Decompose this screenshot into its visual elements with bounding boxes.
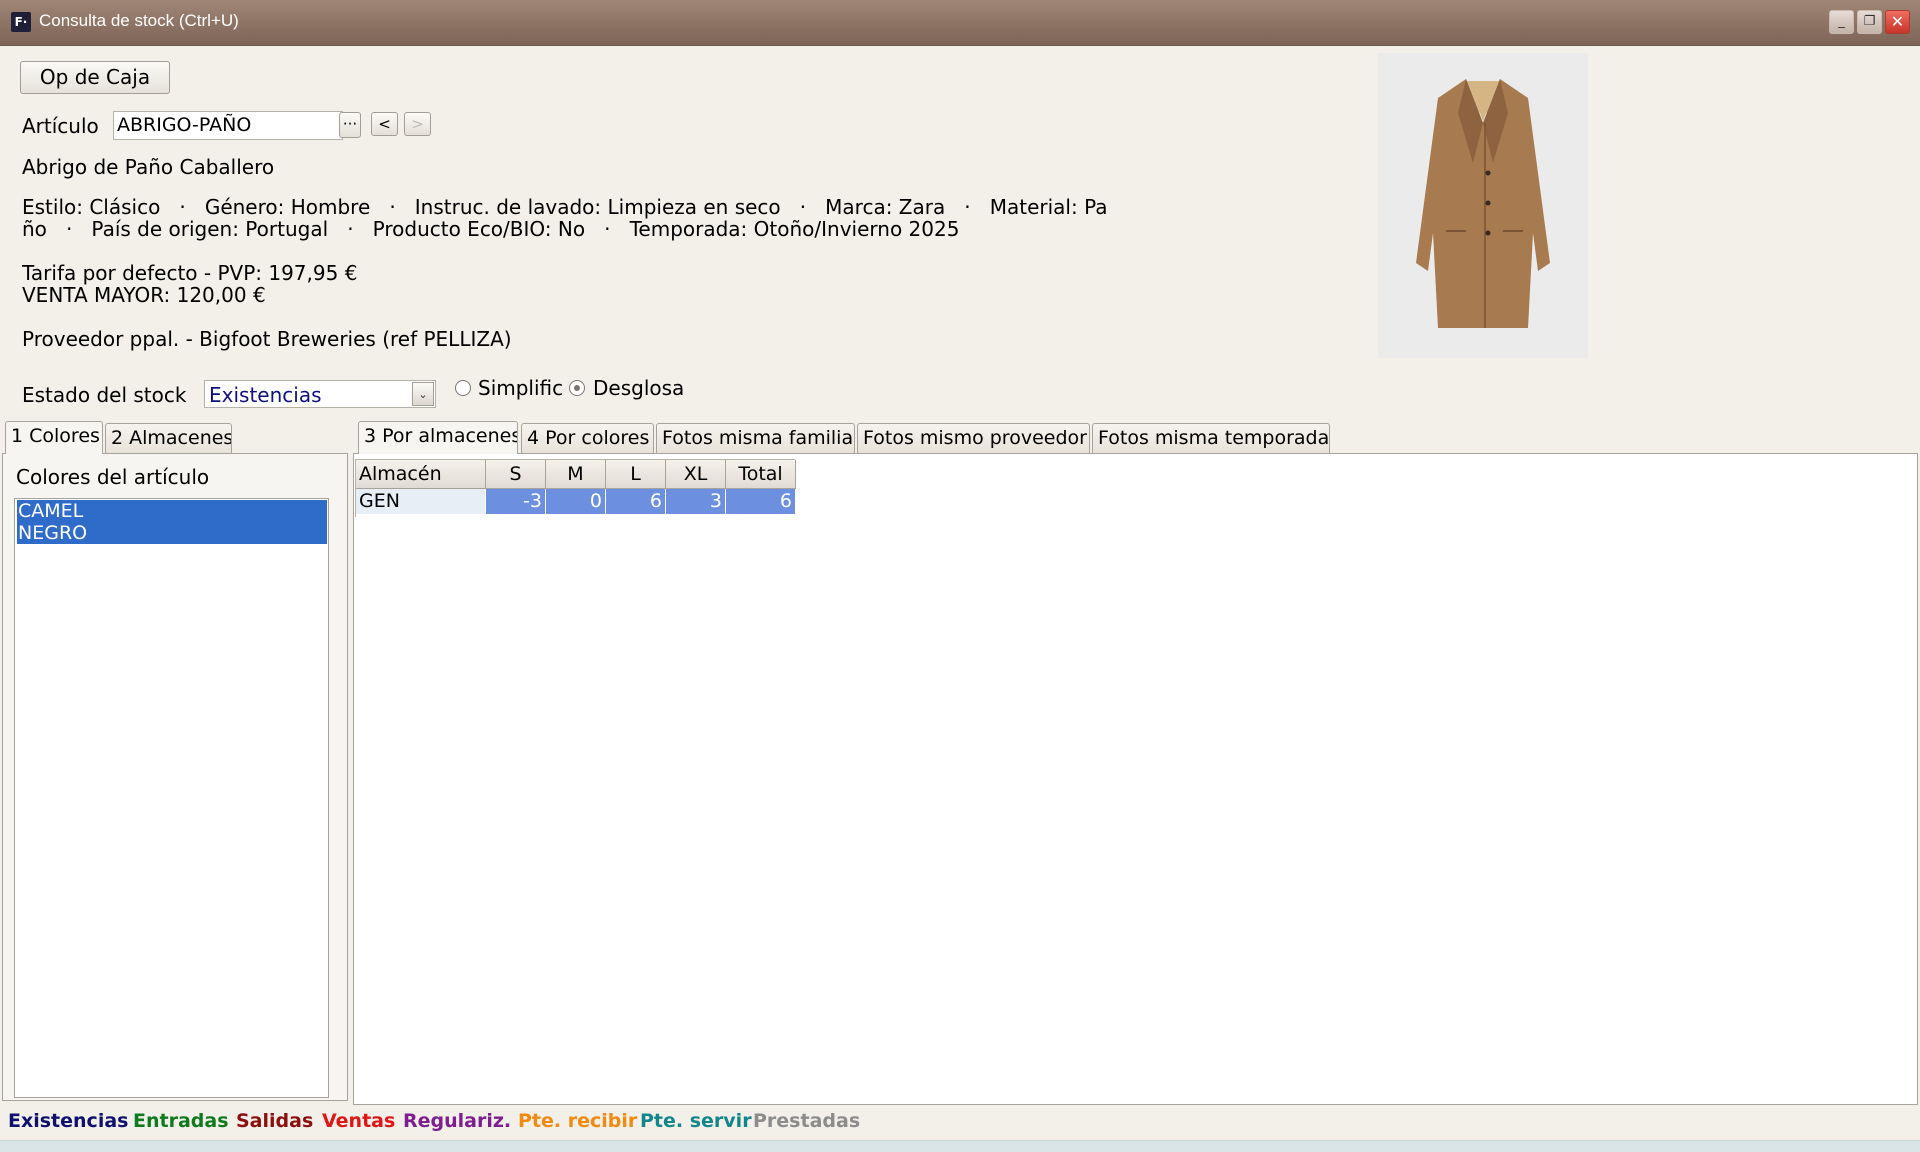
browse-articulo-button[interactable]: ···: [339, 112, 361, 138]
legend-existencias: Existencias: [8, 1110, 129, 1132]
tab-fotos-misma-familia[interactable]: Fotos misma familia: [656, 423, 855, 453]
next-articulo-button[interactable]: >: [404, 112, 431, 136]
stock-table: Almacén S M L XL Total GEN -3 0 6 3 6: [355, 459, 796, 517]
stock-state-label: Estado del stock: [22, 383, 187, 407]
legend-pte-recibir: Pte. recibir: [518, 1110, 638, 1132]
price-wholesale: VENTA MAYOR: 120,00 €: [22, 283, 266, 307]
simplified-radio-label[interactable]: Simplifica: [478, 376, 564, 400]
stock-grid-panel: [353, 453, 1918, 1105]
list-item[interactable]: NEGRO: [17, 522, 327, 544]
colors-list[interactable]: CAMEL NEGRO: [14, 498, 329, 1098]
articulo-label: Artículo: [22, 114, 99, 138]
column-header-s[interactable]: S: [486, 460, 546, 489]
simplified-radio[interactable]: [455, 380, 471, 396]
restore-button[interactable]: ❐: [1857, 10, 1882, 34]
article-attributes-line1: Estilo: Clásico · Género: Hombre · Instr…: [22, 195, 1108, 219]
tab-fotos-misma-temporada[interactable]: Fotos misma temporada: [1092, 423, 1330, 453]
product-photo: [1378, 53, 1588, 358]
stock-state-select[interactable]: Existencias ⌄: [204, 380, 436, 408]
op-caja-button[interactable]: Op de Caja: [20, 61, 170, 94]
table-cell-l[interactable]: 6: [606, 489, 666, 514]
list-item[interactable]: CAMEL: [17, 500, 327, 522]
chevron-down-icon[interactable]: ⌄: [412, 382, 434, 406]
table-cell-almacen[interactable]: GEN: [356, 489, 486, 514]
title-bar: [0, 0, 1920, 46]
window-title: Consulta de stock (Ctrl+U): [39, 11, 239, 30]
taskbar-strip: [0, 1140, 1920, 1152]
table-cell-xl[interactable]: 3: [666, 489, 726, 514]
breakdown-radio[interactable]: [569, 380, 585, 396]
column-header-total[interactable]: Total: [726, 460, 796, 489]
tab-colores[interactable]: 1 Colores: [5, 421, 103, 454]
minimize-button[interactable]: _: [1829, 10, 1854, 34]
tab-fotos-mismo-proveedor[interactable]: Fotos mismo proveedor: [857, 423, 1090, 453]
main-supplier: Proveedor ppal. - Bigfoot Breweries (ref…: [22, 327, 512, 351]
app-icon: F·: [11, 12, 31, 32]
close-button[interactable]: ✕: [1885, 10, 1910, 34]
legend-prestadas: Prestadas: [753, 1110, 861, 1132]
legend-pte-servir: Pte. servir: [640, 1110, 752, 1132]
previous-articulo-button[interactable]: <: [371, 112, 398, 136]
article-attributes-line2: ño · País de origen: Portugal · Producto…: [22, 217, 960, 241]
articulo-field[interactable]: ABRIGO-PAÑO: [113, 111, 343, 140]
column-header-l[interactable]: L: [606, 460, 666, 489]
table-cell-s[interactable]: -3: [486, 489, 546, 514]
legend-ventas: Ventas: [322, 1110, 396, 1132]
column-header-m[interactable]: M: [546, 460, 606, 489]
column-header-xl[interactable]: XL: [666, 460, 726, 489]
table-cell-total[interactable]: 6: [726, 489, 796, 514]
stock-state-value: Existencias: [209, 383, 322, 407]
tab-por-colores[interactable]: 4 Por colores: [521, 423, 654, 453]
colors-panel-title: Colores del artículo: [16, 465, 210, 489]
article-description: Abrigo de Paño Caballero: [22, 155, 275, 179]
tab-almacenes[interactable]: 2 Almacenes: [105, 423, 232, 453]
price-default: Tarifa por defecto - PVP: 197,95 €: [22, 261, 358, 285]
column-header-almacen[interactable]: Almacén: [356, 460, 486, 489]
legend-entradas: Entradas: [133, 1110, 229, 1132]
coat-image: [1416, 79, 1550, 328]
breakdown-radio-label[interactable]: Desglosa: [593, 376, 684, 400]
tab-por-almacenes[interactable]: 3 Por almacenes: [358, 421, 518, 454]
legend-regulariz: Regulariz.: [403, 1110, 512, 1132]
table-cell-m[interactable]: 0: [546, 489, 606, 514]
legend-salidas: Salidas: [236, 1110, 314, 1132]
